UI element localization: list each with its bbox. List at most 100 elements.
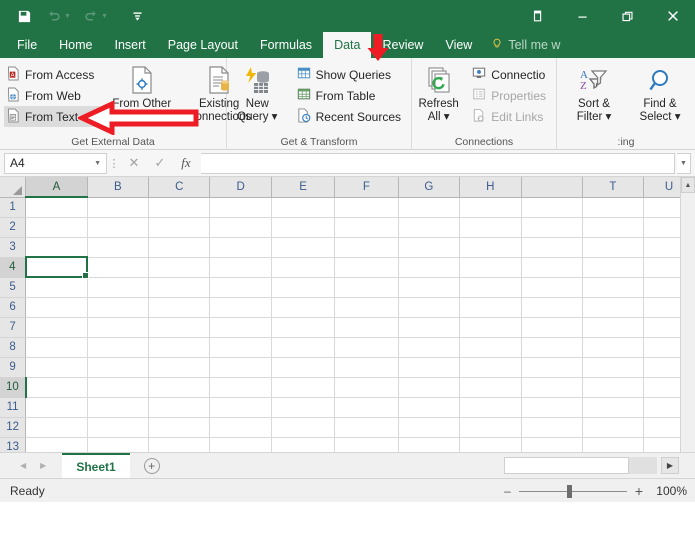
redo-button[interactable]: ▼ (77, 3, 112, 29)
cell-e10[interactable] (271, 377, 336, 398)
undo-button[interactable]: ▼ (40, 3, 75, 29)
horizontal-scroll-track[interactable] (629, 457, 657, 474)
cell-a2[interactable] (25, 217, 88, 238)
cell-t8[interactable] (582, 337, 645, 358)
cell-e4[interactable] (271, 257, 336, 278)
cell-h9[interactable] (459, 357, 522, 378)
cell-d4[interactable] (209, 257, 272, 278)
cell-d2[interactable] (209, 217, 272, 238)
cell-h2[interactable] (459, 217, 522, 238)
row-header-2[interactable]: 2 (0, 217, 27, 238)
cell-i3[interactable] (521, 237, 583, 258)
cell-c2[interactable] (148, 217, 211, 238)
properties-button[interactable]: Properties (469, 85, 552, 106)
vertical-scrollbar[interactable]: ▲ (680, 177, 695, 452)
cell-t3[interactable] (582, 237, 645, 258)
zoom-in-button[interactable]: + (635, 483, 643, 499)
cell-c6[interactable] (148, 297, 211, 318)
connections-button[interactable]: Connectio (469, 64, 552, 85)
cell-g3[interactable] (398, 237, 461, 258)
cell-e2[interactable] (271, 217, 336, 238)
cell-c12[interactable] (148, 417, 211, 438)
cell-f3[interactable] (334, 237, 399, 258)
cell-i13[interactable] (521, 437, 583, 452)
cell-e7[interactable] (271, 317, 336, 338)
cell-h10[interactable] (459, 377, 522, 398)
cell-g10[interactable] (398, 377, 461, 398)
cell-b1[interactable] (87, 197, 150, 218)
row-header-8[interactable]: 8 (0, 337, 27, 358)
cell-g2[interactable] (398, 217, 461, 238)
cell-g13[interactable] (398, 437, 461, 452)
cell-i10[interactable] (521, 377, 583, 398)
row-header-13[interactable]: 13 (0, 437, 27, 452)
row-header-4[interactable]: 4 (0, 257, 27, 278)
next-sheet-icon[interactable]: ▶ (40, 461, 46, 470)
row-header-6[interactable]: 6 (0, 297, 27, 318)
tab-home[interactable]: Home (48, 32, 103, 58)
cell-d7[interactable] (209, 317, 272, 338)
cell-t13[interactable] (582, 437, 645, 452)
cell-h1[interactable] (459, 197, 522, 218)
close-icon[interactable] (650, 0, 695, 32)
column-header-a[interactable]: A (25, 177, 88, 198)
cell-h13[interactable] (459, 437, 522, 452)
cell-e5[interactable] (271, 277, 336, 298)
row-header-9[interactable]: 9 (0, 357, 27, 378)
cell-b7[interactable] (87, 317, 150, 338)
zoom-out-button[interactable]: – (504, 484, 511, 498)
from-table-button[interactable]: From Table (294, 85, 407, 106)
name-box-dropdown-icon[interactable]: ▼ (94, 160, 101, 167)
row-header-1[interactable]: 1 (0, 197, 27, 218)
cell-f1[interactable] (334, 197, 399, 218)
tell-me-box[interactable]: Tell me w (483, 32, 571, 58)
cell-b5[interactable] (87, 277, 150, 298)
zoom-slider[interactable] (518, 484, 627, 498)
cell-e3[interactable] (271, 237, 336, 258)
cell-b10[interactable] (87, 377, 150, 398)
recent-sources-button[interactable]: Recent Sources (294, 106, 407, 127)
cell-g5[interactable] (398, 277, 461, 298)
cell-g8[interactable] (398, 337, 461, 358)
cell-c7[interactable] (148, 317, 211, 338)
cell-i1[interactable] (521, 197, 583, 218)
cell-f7[interactable] (334, 317, 399, 338)
cell-t7[interactable] (582, 317, 645, 338)
expand-formula-bar-icon[interactable]: ▼ (677, 152, 691, 174)
previous-sheet-icon[interactable]: ◀ (20, 461, 26, 470)
cell-b4[interactable] (87, 257, 150, 278)
cell-c5[interactable] (148, 277, 211, 298)
cell-g7[interactable] (398, 317, 461, 338)
column-header-d[interactable]: D (209, 177, 272, 198)
cell-c4[interactable] (148, 257, 211, 278)
cell-g9[interactable] (398, 357, 461, 378)
sort-and-filter-button[interactable]: AZ Sort & Filter ▾ (561, 62, 627, 124)
cell-a4[interactable] (24, 256, 91, 280)
cell-b3[interactable] (87, 237, 150, 258)
cell-d9[interactable] (209, 357, 272, 378)
cell-t5[interactable] (582, 277, 645, 298)
add-sheet-button[interactable]: + (143, 457, 160, 474)
cell-t2[interactable] (582, 217, 645, 238)
cell-c11[interactable] (148, 397, 211, 418)
cell-h12[interactable] (459, 417, 522, 438)
column-header-h[interactable]: H (459, 177, 522, 198)
cell-a8[interactable] (25, 337, 88, 358)
cell-g6[interactable] (398, 297, 461, 318)
cell-b2[interactable] (87, 217, 150, 238)
from-access-button[interactable]: A From Access (4, 64, 100, 85)
cell-a7[interactable] (25, 317, 88, 338)
cell-a9[interactable] (25, 357, 88, 378)
tab-page-layout[interactable]: Page Layout (157, 32, 249, 58)
cell-b9[interactable] (87, 357, 150, 378)
cell-i9[interactable] (521, 357, 583, 378)
minimize-icon[interactable] (560, 0, 605, 32)
column-header-g[interactable]: G (398, 177, 461, 198)
cell-t9[interactable] (582, 357, 645, 378)
cell-f5[interactable] (334, 277, 399, 298)
cell-f12[interactable] (334, 417, 399, 438)
cell-d8[interactable] (209, 337, 272, 358)
row-header-3[interactable]: 3 (0, 237, 27, 258)
horizontal-scrollbar[interactable]: ▶ (504, 457, 679, 474)
tab-insert[interactable]: Insert (104, 32, 157, 58)
